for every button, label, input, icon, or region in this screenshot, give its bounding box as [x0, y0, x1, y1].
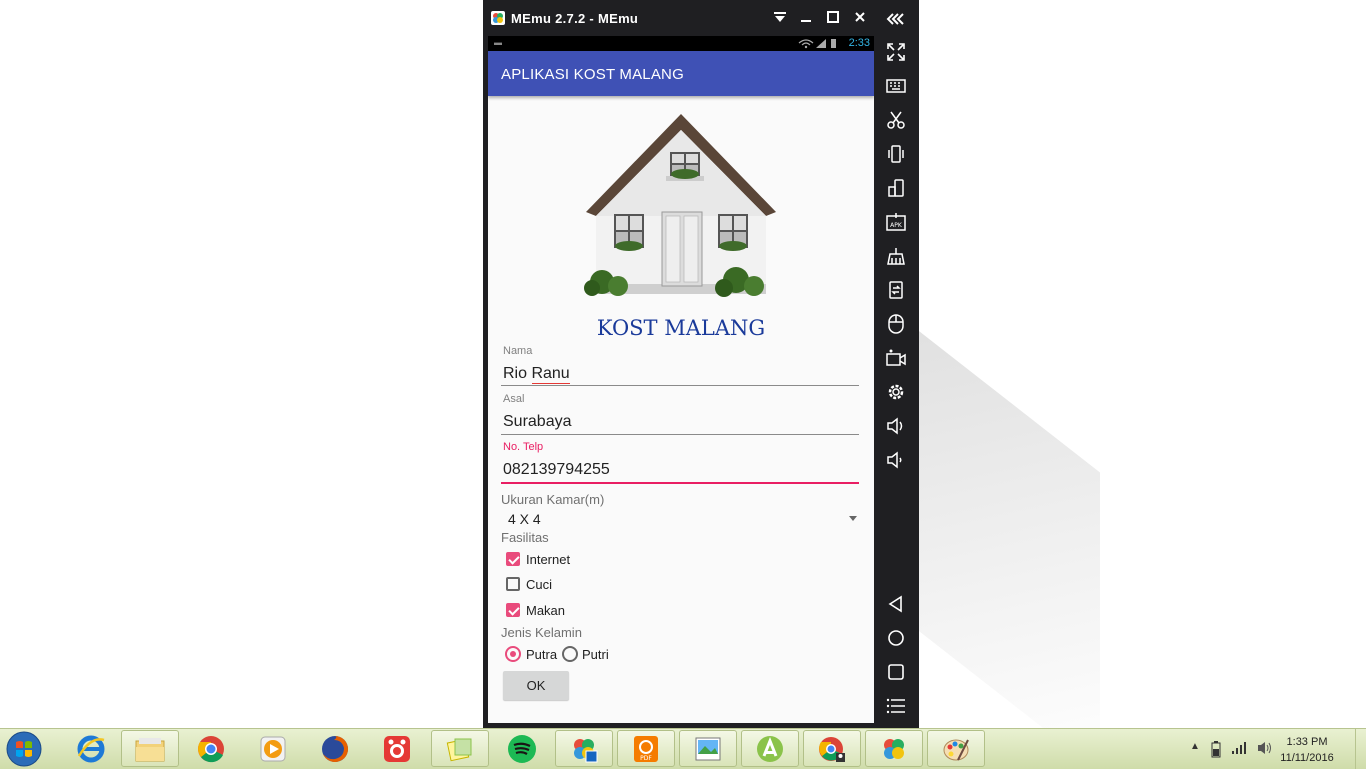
keyboard-icon[interactable]	[884, 74, 908, 98]
jenis-kelamin-label: Jenis Kelamin	[501, 625, 582, 640]
broom-icon[interactable]	[884, 244, 908, 268]
chevron-down-icon	[849, 516, 857, 521]
ok-button[interactable]: OK	[503, 671, 569, 700]
ukuran-label: Ukuran Kamar(m)	[501, 492, 605, 507]
android-studio-icon[interactable]	[741, 730, 799, 767]
show-hidden-icons-icon[interactable]: ▲	[1190, 741, 1200, 752]
status-bar: ▬ 2:33	[488, 36, 874, 51]
apk-install-icon[interactable]: APK	[884, 210, 908, 234]
makan-checkbox-label[interactable]: Makan	[526, 603, 565, 618]
recents-icon[interactable]	[884, 660, 908, 684]
windows-start-icon	[6, 731, 42, 767]
volume-up-icon[interactable]	[884, 414, 908, 438]
putra-radio-label[interactable]: Putra	[526, 647, 557, 662]
notification-icon: ▬	[494, 38, 502, 47]
recorder-icon[interactable]	[368, 730, 426, 767]
asal-label: Asal	[503, 393, 525, 405]
taskbar: PDF ▲ 1:33 PM 11/11/2016	[0, 728, 1366, 769]
image-viewer-icon[interactable]	[679, 730, 737, 767]
transfer-icon[interactable]	[884, 278, 908, 302]
chrome-user-icon[interactable]	[803, 730, 861, 767]
rotate-icon[interactable]	[884, 176, 908, 200]
shake-icon[interactable]	[884, 142, 908, 166]
paint-icon[interactable]	[927, 730, 985, 767]
makan-checkbox[interactable]	[506, 603, 520, 617]
nama-underline	[501, 385, 859, 386]
start-button[interactable]	[4, 730, 48, 768]
app-title: APLIKASI KOST MALANG	[501, 66, 684, 83]
telp-underline	[501, 482, 859, 484]
firefox-icon[interactable]	[306, 730, 364, 767]
emulator-sidebar: APK	[874, 0, 919, 728]
clock-date: 11/11/2016	[1280, 752, 1334, 764]
putri-radio-label[interactable]: Putri	[582, 647, 609, 662]
clock[interactable]: 1:33 PM 11/11/2016	[1272, 734, 1342, 766]
fullscreen-icon[interactable]	[884, 40, 908, 64]
cuci-checkbox[interactable]	[506, 577, 520, 591]
volume-down-icon[interactable]	[884, 448, 908, 472]
collapse-sidebar-icon[interactable]	[884, 7, 908, 31]
nama-input[interactable]: Rio Ranu	[503, 365, 570, 383]
android-screen: ▬ 2:33 APLIKASI KOST MALANG KOST MALANG …	[488, 36, 874, 723]
app-bar: APLIKASI KOST MALANG	[488, 51, 874, 96]
maximize-icon[interactable]	[824, 9, 842, 27]
cuci-checkbox-label[interactable]: Cuci	[526, 577, 552, 592]
ukuran-spinner[interactable]: 4 X 4	[501, 508, 861, 530]
svg-text:APK: APK	[890, 222, 903, 229]
back-icon[interactable]	[884, 592, 908, 616]
file-explorer-icon[interactable]	[121, 730, 179, 767]
svg-text:PDF: PDF	[640, 755, 652, 762]
status-time: 2:33	[848, 37, 870, 49]
telp-input[interactable]: 082139794255	[503, 461, 610, 479]
internet-checkbox-label[interactable]: Internet	[526, 552, 570, 567]
scissors-icon[interactable]	[884, 108, 908, 132]
emulator-window: MEmu 2.7.2 - MEmu APK ▬ 2:33 APLIKASI KO…	[483, 0, 919, 728]
memu-icon[interactable]	[865, 730, 923, 767]
record-video-icon[interactable]	[884, 346, 908, 370]
desktop: MEmu 2.7.2 - MEmu APK ▬ 2:33 APLIKASI KO…	[0, 0, 1366, 728]
chrome-icon[interactable]	[182, 730, 240, 767]
emulator-titlebar[interactable]: MEmu 2.7.2 - MEmu	[483, 0, 874, 36]
asal-underline	[501, 434, 859, 435]
ukuran-value: 4 X 4	[508, 511, 541, 527]
mouse-icon[interactable]	[884, 312, 908, 336]
dropdown-menu-icon[interactable]	[771, 9, 789, 27]
battery-icon[interactable]	[1211, 740, 1221, 758]
nama-label: Nama	[503, 345, 533, 357]
internet-explorer-icon[interactable]	[62, 730, 120, 767]
putra-radio[interactable]	[505, 646, 521, 662]
home-icon[interactable]	[884, 626, 908, 650]
telp-label: No. Telp	[503, 441, 544, 453]
signal-wifi-icon	[798, 39, 836, 49]
emulator-title: MEmu 2.7.2 - MEmu	[511, 11, 639, 26]
spotify-icon[interactable]	[493, 730, 551, 767]
media-player-icon[interactable]	[244, 730, 302, 767]
settings-icon[interactable]	[884, 380, 908, 404]
volume-icon[interactable]	[1257, 740, 1273, 756]
fasilitas-label: Fasilitas	[501, 530, 549, 545]
memu-logo-icon	[491, 11, 505, 25]
show-desktop-button[interactable]	[1355, 729, 1366, 769]
spellcheck-underline	[532, 383, 570, 384]
sticky-notes-icon[interactable]	[431, 730, 489, 767]
house-image	[584, 114, 776, 297]
menu-icon[interactable]	[884, 694, 908, 718]
clock-time: 1:33 PM	[1286, 736, 1328, 748]
putri-radio[interactable]	[562, 646, 578, 662]
memu-multi-icon[interactable]	[555, 730, 613, 767]
close-icon[interactable]	[851, 9, 869, 27]
page-heading: KOST MALANG	[596, 316, 766, 340]
internet-checkbox[interactable]	[506, 552, 520, 566]
minimize-icon[interactable]	[797, 9, 815, 27]
asal-input[interactable]: Surabaya	[503, 413, 572, 431]
pdf-reader-icon[interactable]: PDF	[617, 730, 675, 767]
network-icon[interactable]	[1231, 741, 1247, 755]
